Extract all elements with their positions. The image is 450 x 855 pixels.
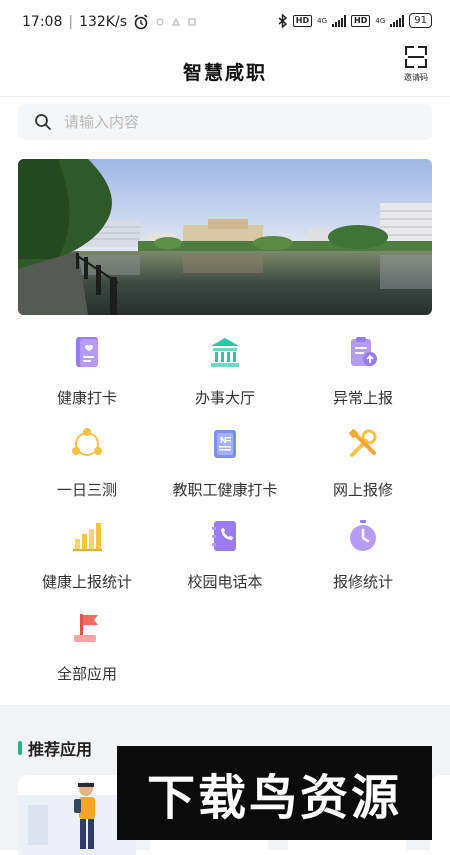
alarm-icon	[134, 14, 148, 30]
invite-code-button[interactable]: 邀请码	[396, 46, 436, 83]
all-apps-icon	[74, 614, 98, 642]
recommended-card-4[interactable]	[430, 775, 450, 855]
watermark-banner: 下载鸟资源	[117, 746, 432, 840]
status-left: 17:08 | 132K/s	[22, 14, 197, 30]
service-hall-icon	[211, 338, 239, 367]
search-icon	[35, 114, 51, 130]
section-accent-bar	[18, 741, 22, 755]
app-label: 报修统计	[332, 573, 393, 591]
signal-icon	[332, 14, 347, 27]
status-speed: 132K/s	[79, 14, 127, 30]
app-health-card[interactable]: 健康打卡	[12, 325, 162, 417]
app-all-apps[interactable]: 全部应用	[12, 601, 162, 693]
notification-dot-icon	[156, 18, 164, 26]
app-label: 全部应用	[56, 665, 117, 683]
network-type-2: 4G	[375, 16, 386, 25]
app-service-hall[interactable]: 办事大厅	[150, 325, 300, 417]
recommended-heading: 推荐应用	[18, 736, 92, 760]
recommended-title: 推荐应用	[28, 740, 93, 759]
abnormal-report-icon	[351, 337, 377, 366]
page-title: 智慧咸职	[182, 62, 267, 84]
app-abnormal-report[interactable]: 异常上报	[288, 325, 438, 417]
online-repair-icon	[348, 428, 377, 457]
search-input[interactable]	[62, 112, 406, 132]
bluetooth-icon	[278, 13, 287, 28]
battery-indicator: 91	[409, 13, 432, 28]
app-label: 教职工健康打卡	[172, 481, 278, 499]
status-time: 17:08	[22, 14, 63, 30]
app-online-repair[interactable]: 网上报修	[288, 417, 438, 509]
scan-icon	[405, 46, 427, 68]
health-card-icon	[76, 337, 98, 367]
app-health-stats[interactable]: 健康上报统计	[12, 509, 162, 601]
app-header: 智慧咸职 邀请码	[0, 44, 450, 97]
campus-banner-image[interactable]	[18, 159, 432, 315]
campus-lake-illustration	[18, 159, 432, 315]
three-tests-icon	[72, 428, 102, 456]
app-three-tests[interactable]: 一日三测	[12, 417, 162, 509]
hd-badge-2: HD	[351, 14, 371, 27]
app-repair-stats[interactable]: 报修统计	[288, 509, 438, 601]
repair-stats-icon	[350, 520, 376, 551]
invite-code-label: 邀请码	[404, 73, 428, 82]
signal-icon-2	[390, 14, 405, 27]
status-right: HD 4G HD 4G 91	[278, 13, 432, 28]
app-label: 网上报修	[332, 481, 393, 499]
network-type: 4G	[317, 16, 328, 25]
health-stats-icon	[73, 523, 102, 551]
phonebook-icon	[212, 521, 236, 551]
app-staff-health-card[interactable]: N 教职工健康打卡	[150, 417, 300, 509]
hd-badge: HD	[292, 14, 313, 27]
status-bar: 17:08 | 132K/s HD 4G HD 4G 91	[0, 0, 450, 44]
app-label: 健康上报统计	[41, 573, 132, 591]
app-notify-icon-2	[188, 18, 196, 26]
app-label: 一日三测	[56, 481, 117, 499]
app-phonebook[interactable]: 校园电话本	[150, 509, 300, 601]
app-label: 异常上报	[332, 389, 393, 407]
app-grid: 健康打卡 办事大厅 异常上报 一日三测 N 教职工健康打卡 网上报修 健康上报统…	[0, 325, 450, 705]
app-notify-icon	[172, 17, 180, 26]
staff-health-card-icon: N	[214, 430, 236, 458]
app-label: 办事大厅	[194, 389, 255, 407]
app-label: 健康打卡	[56, 389, 117, 407]
app-label: 校园电话本	[187, 573, 263, 591]
search-bar[interactable]	[18, 104, 432, 140]
svg-text:N: N	[220, 436, 227, 445]
